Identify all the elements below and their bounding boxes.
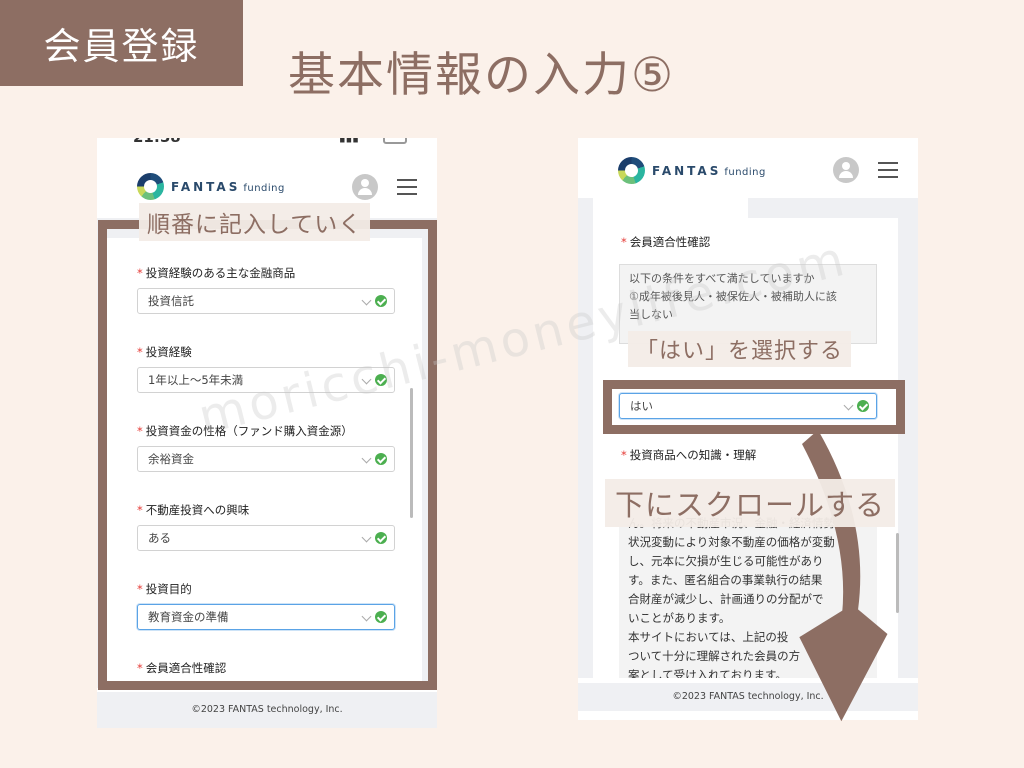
caption-fill-in-order: 順番に記入していく — [139, 203, 371, 241]
battery-icon — [383, 138, 407, 144]
brand-name: FANTAS — [652, 164, 722, 178]
footer-copyright: ©2023 FANTAS technology, Inc. — [97, 692, 437, 728]
condition-line: 当しない — [629, 308, 673, 321]
page-title: 基本情報の入力⑤ — [288, 48, 676, 103]
status-time: 21:58 — [133, 138, 181, 146]
user-avatar-icon[interactable] — [352, 174, 378, 200]
brand-logo[interactable]: FANTAS funding — [171, 180, 285, 194]
brand-logo[interactable]: FANTAS funding — [652, 164, 766, 178]
brand-suffix: funding — [243, 183, 285, 194]
condition-line: 以下の条件をすべて満たしていますか — [629, 272, 815, 285]
fantas-logo-icon[interactable] — [618, 157, 645, 184]
caption-select-yes: 「はい」を選択する — [628, 331, 852, 367]
signal-icon: ▮▮▮ ◠ — [339, 138, 373, 144]
hamburger-menu-icon[interactable] — [878, 162, 898, 178]
form-panel-tab — [593, 198, 748, 218]
brand-name: FANTAS — [171, 180, 241, 194]
field-label-knowledge: * 投資商品への知識・理解 — [621, 448, 757, 462]
condition-line: ①成年被後見人・被保佐人・被補助人に該 — [629, 290, 837, 303]
status-bar: 21:58 ▮▮▮ ◠ — [97, 138, 437, 148]
site-header: FANTAS funding — [578, 144, 918, 200]
user-avatar-icon[interactable] — [833, 157, 859, 183]
field-label-suitability: * 会員適合性確認 — [621, 235, 711, 249]
fantas-logo-icon[interactable] — [137, 173, 164, 200]
scroll-arrow-icon — [799, 430, 888, 722]
caption-scroll-down: 下にスクロールする — [605, 479, 896, 527]
brand-suffix: funding — [724, 167, 766, 178]
highlight-frame-form — [98, 220, 437, 690]
section-badge: 会員登録 — [0, 0, 243, 86]
hamburger-menu-icon[interactable] — [397, 179, 417, 195]
